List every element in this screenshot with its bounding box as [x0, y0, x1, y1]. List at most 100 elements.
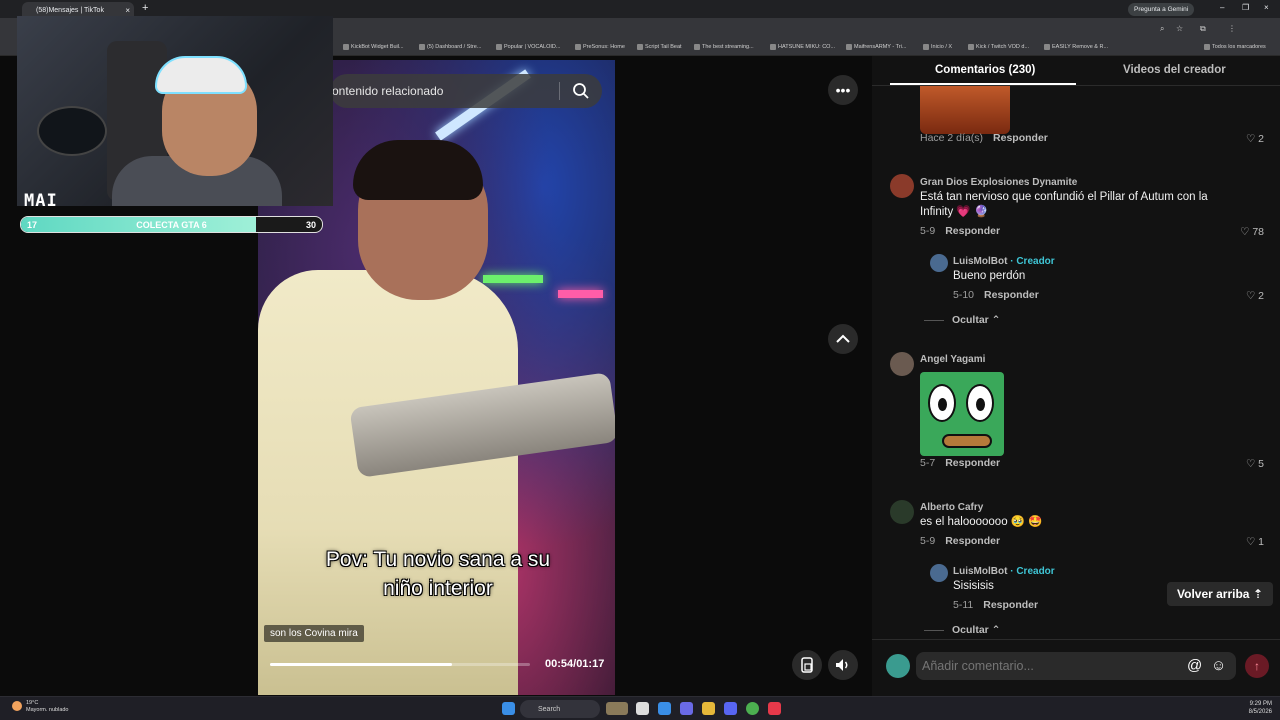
like-button[interactable]: ♡ 2: [1246, 290, 1264, 302]
comment-author[interactable]: LuisMolBot · Creador: [953, 566, 1055, 577]
comment-text: Bueno perdón: [953, 270, 1026, 282]
tab-creator-videos[interactable]: Videos del creador: [1123, 64, 1226, 76]
minimize-icon[interactable]: –: [1220, 3, 1224, 12]
donation-goal-bar: 17 COLECTA GTA 6 30: [20, 216, 323, 233]
comment-meta: 5-10 Responder: [953, 289, 1039, 301]
comments-sidebar: Comentarios (230) Videos del creador Hac…: [872, 56, 1280, 696]
bookmark[interactable]: Popular | VOCALOID...: [496, 44, 560, 50]
search-icon[interactable]: [572, 82, 590, 103]
zoom-icon[interactable]: ⌕: [1160, 24, 1164, 34]
reply-button[interactable]: Responder: [993, 132, 1048, 144]
drum-kit: [37, 106, 107, 156]
bookmark[interactable]: The best streaming...: [694, 44, 754, 50]
bookmark[interactable]: (5) Dashboard / Stre...: [419, 44, 481, 50]
goal-target: 30: [305, 220, 316, 230]
chrome-icon[interactable]: [746, 702, 759, 715]
avatar[interactable]: [890, 500, 914, 524]
app-icon[interactable]: [680, 702, 693, 715]
avatar[interactable]: [890, 352, 914, 376]
reply-button[interactable]: Responder: [945, 457, 1000, 469]
creator-badge: · Creador: [1010, 256, 1055, 267]
like-button[interactable]: ♡ 5: [1246, 458, 1264, 470]
task-view-icon[interactable]: [636, 702, 649, 715]
bookmark[interactable]: Kick / Twitch VOD d...: [968, 44, 1029, 50]
like-button[interactable]: ♡ 78: [1240, 226, 1264, 238]
tab-comments[interactable]: Comentarios (230): [935, 64, 1035, 76]
bookmark[interactable]: HATSUNE MIKU: CO...: [770, 44, 835, 50]
reply-button[interactable]: Responder: [945, 225, 1000, 237]
bookmark[interactable]: EASILY Remove & R...: [1044, 44, 1108, 50]
bookmark[interactable]: Inicio / X: [923, 44, 952, 50]
maximize-icon[interactable]: ❐: [1242, 3, 1249, 12]
comment-author[interactable]: Alberto Cafry: [920, 502, 983, 513]
sidebar-tabs: Comentarios (230) Videos del creador: [872, 56, 1280, 86]
person-hair: [353, 140, 483, 200]
comment-text: es el halooooooo 🥹 🤩: [920, 516, 1043, 528]
device-icon[interactable]: [792, 650, 822, 680]
emoji-icon[interactable]: ☺: [1211, 657, 1226, 674]
bookmark[interactable]: Script Tail Beat: [637, 44, 682, 50]
widget-icon[interactable]: [606, 702, 628, 715]
neon-light: [483, 275, 543, 283]
comment-meta: 5-11 Responder: [953, 599, 1039, 611]
reply-button[interactable]: Responder: [984, 289, 1039, 301]
all-bookmarks[interactable]: Todos los marcadores: [1204, 44, 1266, 50]
video-progress-bar[interactable]: [270, 663, 530, 666]
neon-light: [558, 290, 603, 298]
comment-sticker: [920, 372, 1004, 456]
volume-icon[interactable]: [828, 650, 858, 680]
tab-title: (58)Mensajes | TikTok: [36, 6, 104, 14]
more-options-icon[interactable]: •••: [828, 75, 858, 105]
bookmark[interactable]: MaifrensARMY - Tri...: [846, 44, 906, 50]
chevron-up-icon[interactable]: [828, 324, 858, 354]
goal-label: COLECTA GTA 6: [136, 220, 207, 230]
extensions-icon[interactable]: ⧉: [1200, 24, 1206, 34]
folder-icon[interactable]: [702, 702, 715, 715]
taskbar-search[interactable]: Search: [520, 700, 600, 718]
like-button[interactable]: ♡ 1: [1246, 536, 1264, 548]
related-search-bar[interactable]: ontenido relacionado: [330, 74, 602, 108]
windows-taskbar: 19°C Mayorm. nublado Search 9:29 PM 8/5/20…: [0, 696, 1280, 720]
avatar[interactable]: [890, 174, 914, 198]
menu-icon[interactable]: ⋮: [1228, 24, 1236, 33]
star-icon[interactable]: ☆: [1176, 24, 1183, 33]
back-to-top-button[interactable]: Volver arriba ⇡: [1167, 582, 1273, 606]
creator-badge: · Creador: [1010, 566, 1055, 577]
bookmark[interactable]: PreSonus: Home: [575, 44, 625, 50]
active-tab-indicator: [890, 83, 1076, 85]
hide-replies-button[interactable]: Ocultar ⌃: [924, 624, 1000, 636]
app-icon[interactable]: [658, 702, 671, 715]
gemini-button[interactable]: Pregunta a Gemini: [1128, 3, 1195, 16]
search-input[interactable]: ontenido relacionado: [332, 84, 443, 98]
streamer-cap: [155, 56, 247, 94]
new-tab-icon[interactable]: +: [142, 2, 148, 14]
reply-button[interactable]: Responder: [983, 599, 1038, 611]
avatar[interactable]: [930, 564, 948, 582]
comment-meta: Hace 2 día(s) Responder: [920, 132, 1048, 144]
comment-input-row: @ ☺ ↑: [872, 639, 1280, 696]
video-subtitle-tag[interactable]: son los Covina mira: [264, 625, 364, 642]
discord-icon[interactable]: [724, 702, 737, 715]
comment-author[interactable]: Angel Yagami: [920, 354, 985, 365]
comment-sticker: [920, 86, 1010, 134]
comment-meta: 5-9 Responder: [920, 535, 1001, 547]
windows-start-icon[interactable]: [502, 702, 515, 715]
hide-replies-button[interactable]: Ocultar ⌃: [924, 314, 1000, 326]
like-button[interactable]: ♡ 2: [1246, 133, 1264, 145]
music-icon[interactable]: [768, 702, 781, 715]
close-window-icon[interactable]: ×: [1264, 3, 1269, 12]
send-icon[interactable]: ↑: [1245, 654, 1269, 678]
close-tab-icon[interactable]: ×: [125, 6, 130, 15]
video-caption: Pov: Tu novio sana a su niño interior: [325, 548, 551, 600]
weather-icon: [12, 701, 22, 711]
mention-icon[interactable]: @: [1187, 657, 1202, 674]
reply-button[interactable]: Responder: [945, 535, 1000, 547]
comment-author[interactable]: LuisMolBot · Creador: [953, 256, 1055, 267]
comment-meta: 5-7 Responder: [920, 457, 1001, 469]
video-time: 00:54/01:17: [545, 658, 605, 670]
avatar[interactable]: [930, 254, 948, 272]
taskbar-clock[interactable]: 9:29 PM 8/5/2026: [1236, 700, 1272, 716]
bookmark[interactable]: KickBot Widget Buil...: [343, 44, 404, 50]
streamer-name: MAI: [24, 191, 58, 211]
comment-author[interactable]: Gran Dios Explosiones Dynamite: [920, 177, 1077, 188]
